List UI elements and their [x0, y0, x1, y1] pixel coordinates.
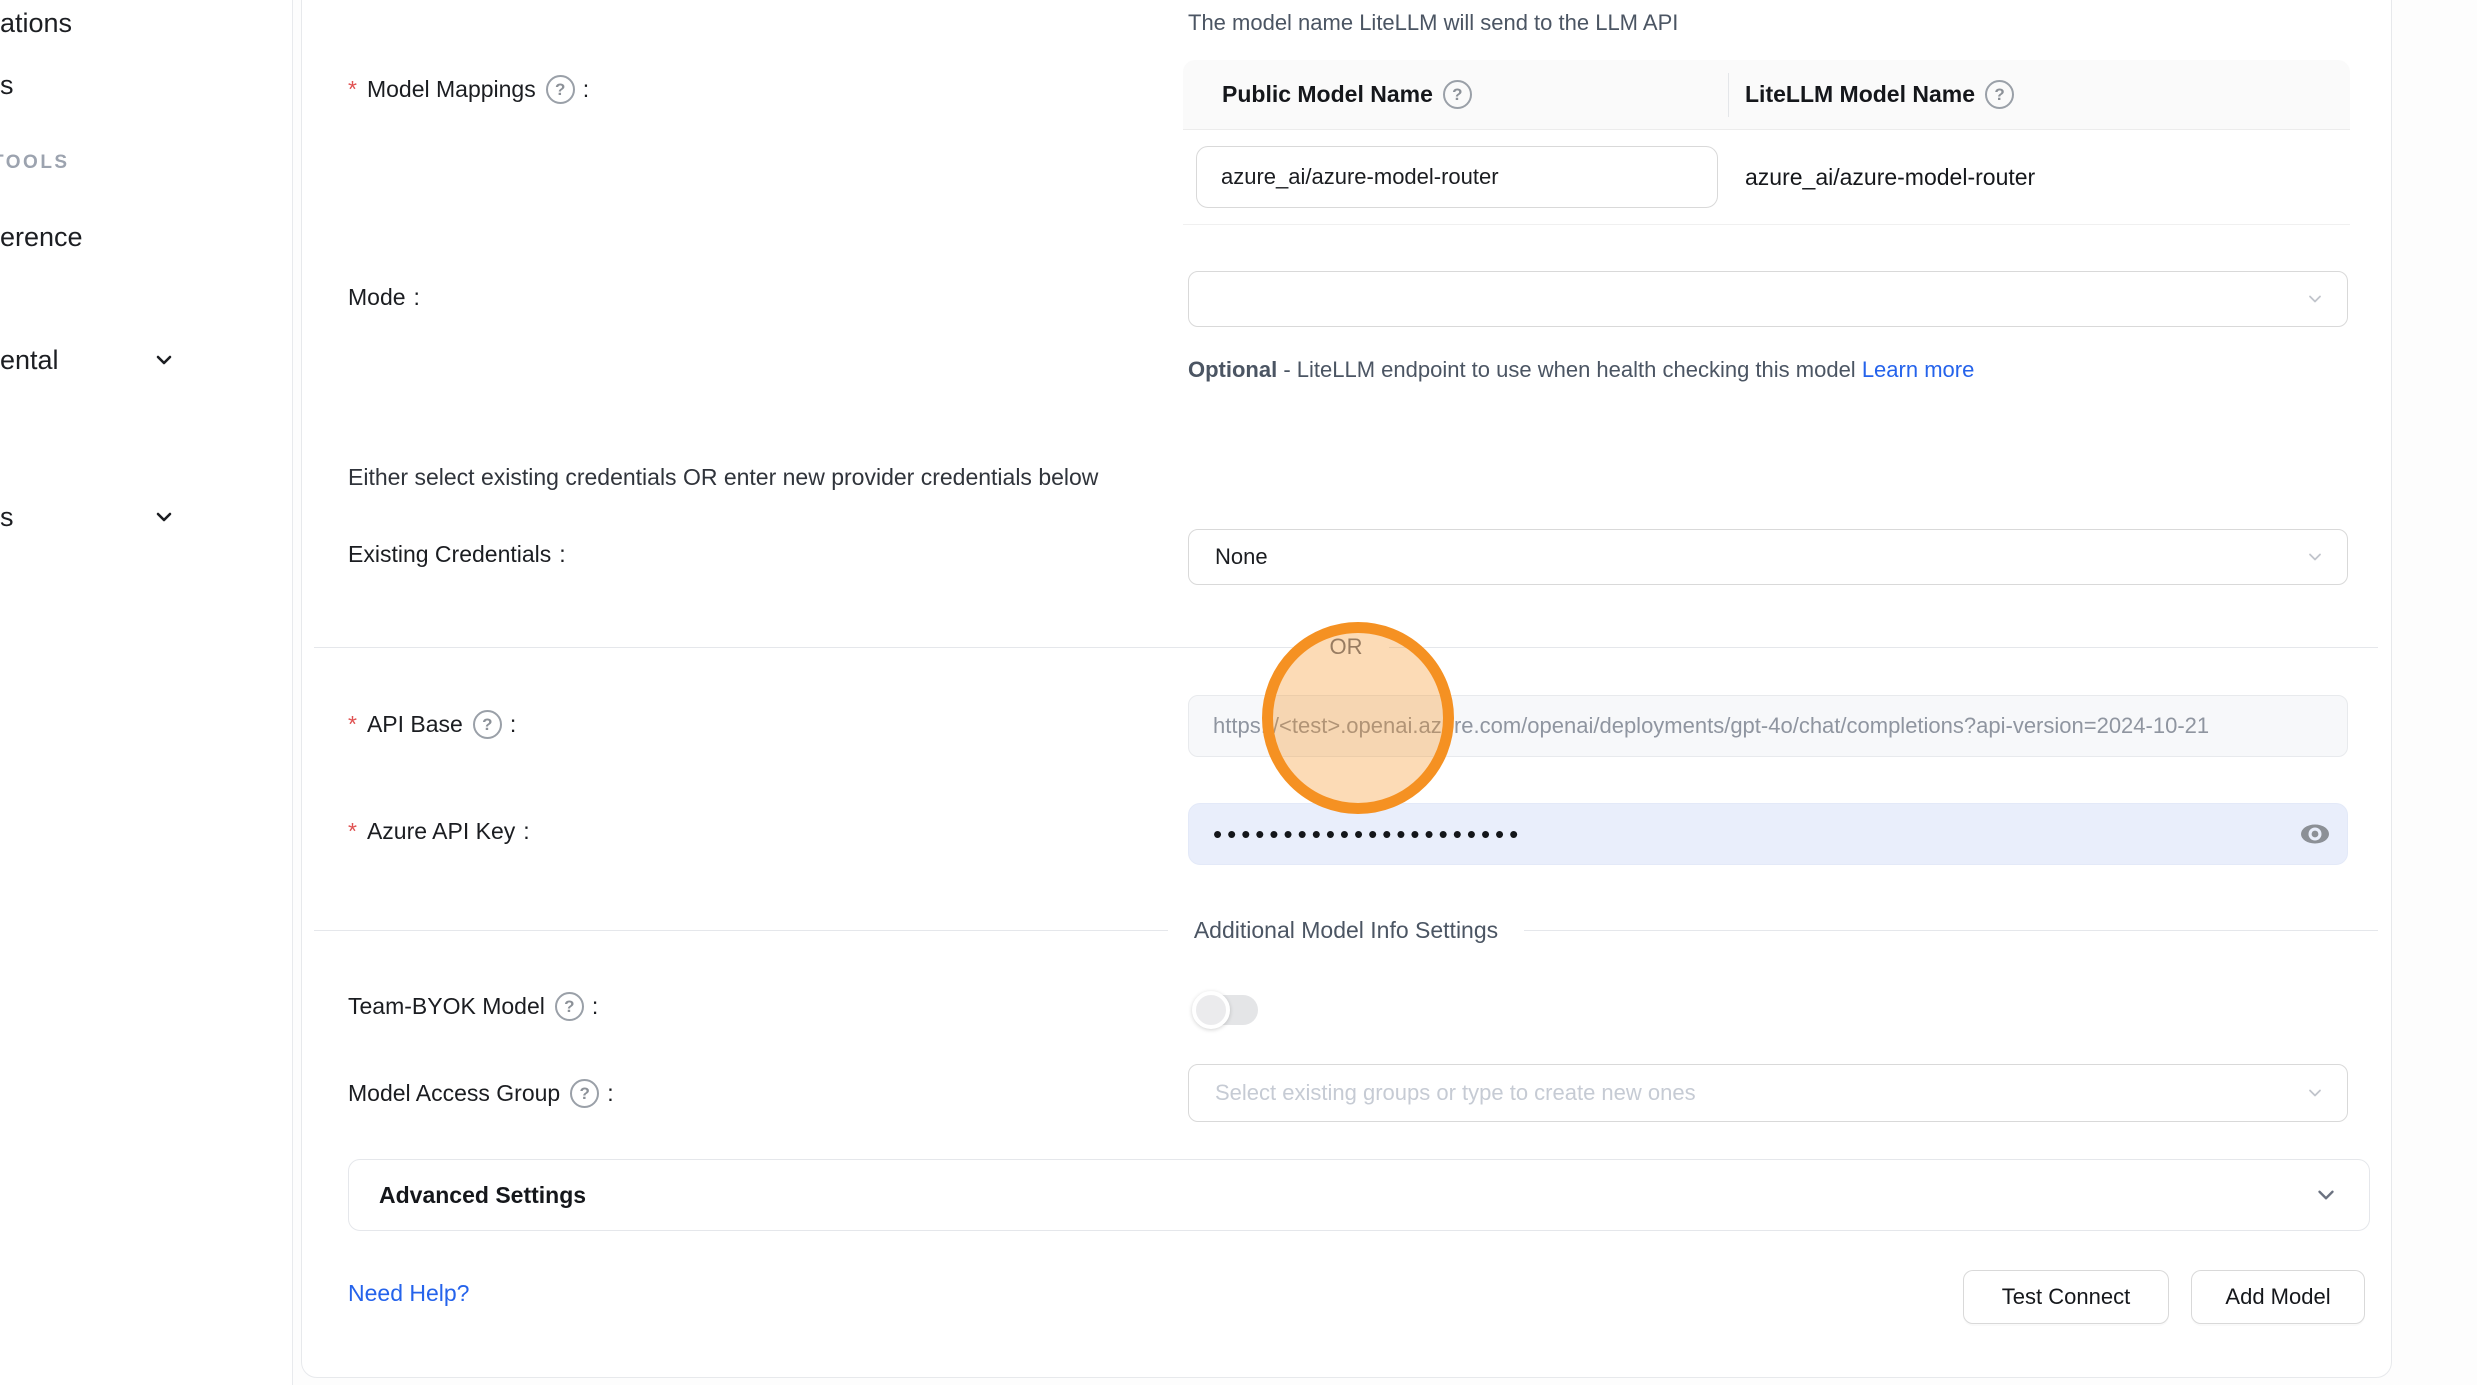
- mode-help-rest: - LiteLLM endpoint to use when health ch…: [1277, 357, 1862, 382]
- eye-icon: [2299, 818, 2331, 850]
- team-byok-label: Team-BYOK Model: [348, 993, 545, 1020]
- header-label: Public Model Name: [1222, 81, 1433, 108]
- chevron-down-icon: [2313, 1182, 2339, 1208]
- azure-api-key-input[interactable]: [1189, 819, 2293, 850]
- divider-line: [1524, 930, 2378, 931]
- need-help-link[interactable]: Need Help?: [348, 1280, 469, 1307]
- colon: :: [592, 993, 598, 1020]
- test-connect-button[interactable]: Test Connect: [1963, 1270, 2169, 1324]
- model-mappings-table: Public Model Name ? LiteLLM Model Name ?…: [1183, 60, 2350, 225]
- team-byok-label-row: Team-BYOK Model ? :: [348, 992, 598, 1021]
- api-base-label: API Base: [367, 711, 463, 738]
- additional-info-divider-text: Additional Model Info Settings: [1194, 917, 1498, 944]
- existing-credentials-select[interactable]: None: [1188, 529, 2348, 585]
- table-header: Public Model Name ? LiteLLM Model Name ?: [1183, 60, 2350, 130]
- help-icon[interactable]: ?: [570, 1079, 599, 1108]
- existing-credentials-label-row: Existing Credentials :: [348, 541, 566, 568]
- or-divider-text: OR: [1330, 634, 1363, 660]
- chevron-down-icon: [152, 348, 176, 372]
- help-icon[interactable]: ?: [1443, 80, 1472, 109]
- chevron-down-icon: [152, 505, 176, 529]
- colon: :: [583, 76, 589, 103]
- chevron-down-icon: [2305, 289, 2325, 309]
- api-base-label-row: * API Base ? :: [348, 710, 516, 739]
- divider-line: [1389, 647, 2379, 648]
- required-marker: *: [348, 711, 357, 738]
- mode-help-text: Optional - LiteLLM endpoint to use when …: [1188, 350, 2018, 390]
- or-divider: OR: [314, 634, 2378, 660]
- colon: :: [414, 284, 420, 311]
- chevron-down-icon: [2305, 547, 2325, 567]
- azure-api-key-label: Azure API Key: [367, 818, 515, 845]
- divider-line: [314, 930, 1168, 931]
- toggle-knob: [1192, 991, 1230, 1029]
- help-icon[interactable]: ?: [473, 710, 502, 739]
- azure-api-key-label-row: * Azure API Key :: [348, 818, 530, 845]
- optional-label: Optional: [1188, 357, 1277, 382]
- help-icon[interactable]: ?: [546, 75, 575, 104]
- toggle-visibility-button[interactable]: [2293, 812, 2337, 856]
- additional-info-divider: Additional Model Info Settings: [314, 917, 2378, 943]
- model-access-group-label: Model Access Group: [348, 1080, 560, 1107]
- model-name-helper-text: The model name LiteLLM will send to the …: [1188, 10, 1678, 36]
- colon: :: [510, 711, 516, 738]
- existing-credentials-label: Existing Credentials: [348, 541, 551, 568]
- mode-label: Mode: [348, 284, 406, 311]
- required-marker: *: [348, 818, 357, 845]
- litellm-model-name-value: azure_ai/azure-model-router: [1718, 164, 2035, 191]
- table-row: azure_ai/azure-model-router: [1183, 130, 2350, 225]
- litellm-model-name-header: LiteLLM Model Name ?: [1728, 73, 2014, 117]
- credentials-note: Either select existing credentials OR en…: [348, 464, 1098, 491]
- sidebar-item-organizations[interactable]: ations: [0, 8, 72, 39]
- required-marker: *: [348, 76, 357, 103]
- model-access-group-placeholder: Select existing groups or type to create…: [1215, 1080, 1696, 1106]
- sidebar-item-inference[interactable]: erence: [0, 222, 83, 253]
- public-model-name-header: Public Model Name ?: [1183, 80, 1728, 109]
- colon: :: [523, 818, 529, 845]
- model-access-group-select[interactable]: Select existing groups or type to create…: [1188, 1064, 2348, 1122]
- header-label: LiteLLM Model Name: [1745, 81, 1975, 108]
- sidebar: ations s TOOLS erence ental s: [0, 0, 293, 1385]
- colon: :: [559, 541, 565, 568]
- advanced-settings-label: Advanced Settings: [379, 1182, 586, 1209]
- existing-credentials-value: None: [1215, 544, 1268, 570]
- help-icon[interactable]: ?: [555, 992, 584, 1021]
- chevron-down-icon: [2305, 1083, 2325, 1103]
- divider-line: [314, 647, 1304, 648]
- sidebar-section-tools: TOOLS: [0, 152, 70, 174]
- sidebar-item-logs[interactable]: s: [0, 70, 14, 101]
- colon: :: [607, 1080, 613, 1107]
- public-model-name-input[interactable]: [1196, 146, 1718, 208]
- add-model-screen: ations s TOOLS erence ental s The model …: [0, 0, 2477, 1385]
- team-byok-toggle[interactable]: [1196, 995, 1258, 1025]
- mode-select[interactable]: [1188, 271, 2348, 327]
- model-mappings-label-row: * Model Mappings ? :: [348, 75, 589, 104]
- sidebar-item-experimental[interactable]: ental: [0, 345, 59, 376]
- advanced-settings-panel[interactable]: Advanced Settings: [348, 1159, 2370, 1231]
- learn-more-link[interactable]: Learn more: [1862, 357, 1975, 382]
- sidebar-item-settings[interactable]: s: [0, 502, 14, 533]
- azure-api-key-field: [1188, 803, 2348, 865]
- add-model-button[interactable]: Add Model: [2191, 1270, 2365, 1324]
- model-access-group-label-row: Model Access Group ? :: [348, 1079, 614, 1108]
- help-icon[interactable]: ?: [1985, 80, 2014, 109]
- api-base-input[interactable]: https://<test>.openai.azure.com/openai/d…: [1188, 695, 2348, 757]
- mode-label-row: Mode :: [348, 284, 420, 311]
- model-mappings-label: Model Mappings: [367, 76, 536, 103]
